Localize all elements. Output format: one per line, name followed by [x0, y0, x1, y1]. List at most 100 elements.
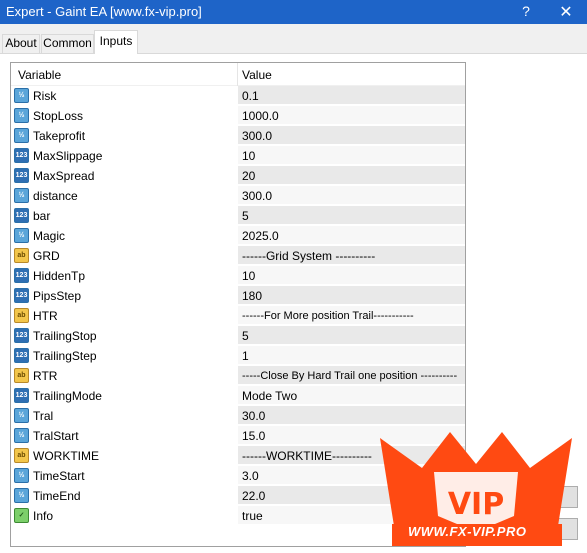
variable-cell[interactable]: ab WORKTIME [11, 446, 237, 465]
variable-name: HTR [33, 309, 58, 323]
table-row[interactable]: ab GRD ------Grid System ---------- [11, 246, 465, 266]
variable-cell[interactable]: ab RTR [11, 366, 237, 385]
tab-about[interactable]: About [2, 34, 40, 53]
value-cell[interactable]: 2025.0 [238, 226, 465, 245]
integer-icon: 123 [14, 168, 29, 183]
variable-name: Risk [33, 89, 57, 103]
variable-cell[interactable]: ½ StopLoss [11, 106, 237, 125]
variable-cell[interactable]: ½ TralStart [11, 426, 237, 445]
double-icon: ½ [14, 428, 29, 443]
variable-cell[interactable]: ½ Tral [11, 406, 237, 425]
value-text: ------For More position Trail----------- [242, 310, 414, 322]
value-cell[interactable]: 180 [238, 286, 465, 305]
value-cell[interactable]: 10 [238, 266, 465, 285]
variable-cell[interactable]: ✓ Info [11, 506, 237, 525]
value-cell[interactable]: 300.0 [238, 126, 465, 145]
value-text: -----Close By Hard Trail one position --… [242, 370, 458, 382]
variable-cell[interactable]: ½ TimeStart [11, 466, 237, 485]
variable-cell[interactable]: ½ Risk [11, 86, 237, 105]
variable-name: Takeprofit [33, 129, 86, 143]
variable-cell[interactable]: 123 bar [11, 206, 237, 225]
tab-inputs[interactable]: Inputs [94, 30, 138, 54]
table-row[interactable]: 123 HiddenTp 10 [11, 266, 465, 286]
value-text: 22.0 [242, 489, 266, 503]
double-icon: ½ [14, 408, 29, 423]
double-icon: ½ [14, 88, 29, 103]
table-row[interactable]: ½ Magic 2025.0 [11, 226, 465, 246]
column-header-variable[interactable]: Variable [18, 68, 61, 82]
integer-icon: 123 [14, 388, 29, 403]
value-cell[interactable]: ------For More position Trail----------- [238, 306, 465, 325]
value-cell[interactable]: 5 [238, 206, 465, 225]
variable-name: TrailingMode [33, 389, 102, 403]
table-row[interactable]: 123 bar 5 [11, 206, 465, 226]
window-title: Expert - Gaint EA [www.fx-vip.pro] [6, 4, 202, 19]
variable-cell[interactable]: 123 HiddenTp [11, 266, 237, 285]
table-row[interactable]: ab HTR ------For More position Trail------… [11, 306, 465, 326]
table-row[interactable]: 123 MaxSpread 20 [11, 166, 465, 186]
table-row[interactable]: ½ Tral 30.0 [11, 406, 465, 426]
value-text: 15.0 [242, 429, 266, 443]
variable-cell[interactable]: ½ Takeprofit [11, 126, 237, 145]
value-cell[interactable]: 20 [238, 166, 465, 185]
double-icon: ½ [14, 228, 29, 243]
value-cell[interactable]: 10 [238, 146, 465, 165]
variable-cell[interactable]: ½ Magic [11, 226, 237, 245]
variable-name: GRD [33, 249, 60, 263]
column-header-value[interactable]: Value [242, 68, 272, 82]
string-icon: ab [14, 368, 29, 383]
value-text: 180 [242, 289, 263, 303]
table-row[interactable]: 123 MaxSlippage 10 [11, 146, 465, 166]
value-cell[interactable]: 1000.0 [238, 106, 465, 125]
table-row[interactable]: ½ Risk 0.1 [11, 86, 465, 106]
variable-name: TimeStart [33, 469, 85, 483]
variable-name: Info [33, 509, 54, 523]
variable-name: Tral [33, 409, 54, 423]
variable-cell[interactable]: 123 TrailingStep [11, 346, 237, 365]
value-text: 300.0 [242, 129, 273, 143]
variable-name: PipsStep [33, 289, 82, 303]
table-row[interactable]: 123 PipsStep 180 [11, 286, 465, 306]
variable-cell[interactable]: 123 PipsStep [11, 286, 237, 305]
variable-name: TrailingStop [33, 329, 97, 343]
variable-cell[interactable]: ab HTR [11, 306, 237, 325]
table-row[interactable]: 123 TrailingStop 5 [11, 326, 465, 346]
value-text: 1000.0 [242, 109, 279, 123]
variable-cell[interactable]: ½ distance [11, 186, 237, 205]
double-icon: ½ [14, 108, 29, 123]
value-cell[interactable]: -----Close By Hard Trail one position --… [238, 366, 465, 385]
value-cell[interactable]: 30.0 [238, 406, 465, 425]
variable-cell[interactable]: ½ TimeEnd [11, 486, 237, 505]
watermark-text: WWW.FX-VIP.PRO [408, 524, 527, 539]
variable-cell[interactable]: 123 TrailingStop [11, 326, 237, 345]
table-row[interactable]: ½ Takeprofit 300.0 [11, 126, 465, 146]
value-text: 5 [242, 209, 249, 223]
table-row[interactable]: ab RTR -----Close By Hard Trail one positi… [11, 366, 465, 386]
value-cell[interactable]: 300.0 [238, 186, 465, 205]
integer-icon: 123 [14, 208, 29, 223]
column-divider[interactable] [237, 63, 238, 86]
variable-cell[interactable]: 123 TrailingMode [11, 386, 237, 405]
value-cell[interactable]: 0.1 [238, 86, 465, 105]
value-cell[interactable]: 1 [238, 346, 465, 365]
tab-common[interactable]: Common [41, 34, 94, 53]
table-row[interactable]: ½ distance 300.0 [11, 186, 465, 206]
double-icon: ½ [14, 128, 29, 143]
table-row[interactable]: 123 TrailingStep 1 [11, 346, 465, 366]
table-row[interactable]: 123 TrailingMode Mode Two [11, 386, 465, 406]
variable-name: Magic [33, 229, 66, 243]
value-cell[interactable]: ------Grid System ---------- [238, 246, 465, 265]
variable-cell[interactable]: 123 MaxSlippage [11, 146, 237, 165]
value-cell[interactable]: 5 [238, 326, 465, 345]
close-button[interactable]: ✕ [556, 2, 576, 22]
variable-cell[interactable]: ab GRD [11, 246, 237, 265]
value-text: 2025.0 [242, 229, 279, 243]
variable-name: distance [33, 189, 78, 203]
value-text: ------WORKTIME---------- [242, 449, 372, 463]
double-icon: ½ [14, 488, 29, 503]
string-icon: ab [14, 308, 29, 323]
value-cell[interactable]: Mode Two [238, 386, 465, 405]
variable-cell[interactable]: 123 MaxSpread [11, 166, 237, 185]
help-button[interactable]: ? [518, 3, 534, 19]
table-row[interactable]: ½ StopLoss 1000.0 [11, 106, 465, 126]
